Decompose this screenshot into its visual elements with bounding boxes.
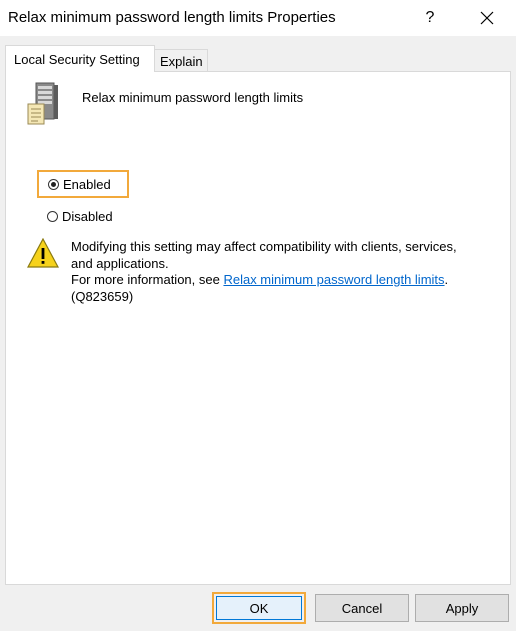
disabled-radio[interactable] <box>47 210 58 222</box>
more-info-prefix: For more information, see <box>71 272 224 287</box>
warning-line: and applications. <box>71 255 169 271</box>
cancel-button[interactable]: Cancel <box>315 594 409 622</box>
help-button[interactable]: ? <box>411 0 449 36</box>
tab-label: Explain <box>160 53 203 69</box>
warning-icon <box>27 238 59 268</box>
title-bar: Relax minimum password length limits Pro… <box>0 0 516 36</box>
close-button[interactable] <box>468 0 506 36</box>
tab-label: Local Security Setting <box>14 51 140 67</box>
enabled-label: Enabled <box>63 176 111 192</box>
close-icon <box>480 11 494 25</box>
more-info-line: For more information, see Relax minimum … <box>71 272 491 289</box>
policy-name: Relax minimum password length limits <box>82 90 304 105</box>
properties-dialog: Relax minimum password length limits Pro… <box>0 0 516 631</box>
disabled-label: Disabled <box>62 208 113 224</box>
kb-reference: (Q823659) <box>71 288 134 304</box>
ok-button-highlight: OK <box>212 592 306 624</box>
enabled-radio[interactable] <box>48 178 59 190</box>
enabled-radio-option[interactable]: Enabled <box>37 170 129 198</box>
ok-button[interactable]: OK <box>216 596 302 620</box>
link-suffix: . <box>444 272 449 287</box>
disabled-radio-option[interactable]: Disabled <box>47 207 113 225</box>
warning-line: Modifying this setting may affect compat… <box>71 239 457 254</box>
help-icon: ? <box>425 9 435 26</box>
warning-message: Modifying this setting may affect compat… <box>71 239 491 305</box>
dialog-title: Relax minimum password length limits Pro… <box>8 9 336 26</box>
apply-button[interactable]: Apply <box>415 594 509 622</box>
policy-help-link[interactable]: Relax minimum password length limits <box>223 272 444 287</box>
tab-panel: Relax minimum password length limits Ena… <box>5 71 511 585</box>
tab-explain[interactable]: Explain <box>154 49 208 72</box>
tab-local-security-setting[interactable]: Local Security Setting <box>5 45 155 72</box>
server-policy-icon <box>27 82 58 125</box>
